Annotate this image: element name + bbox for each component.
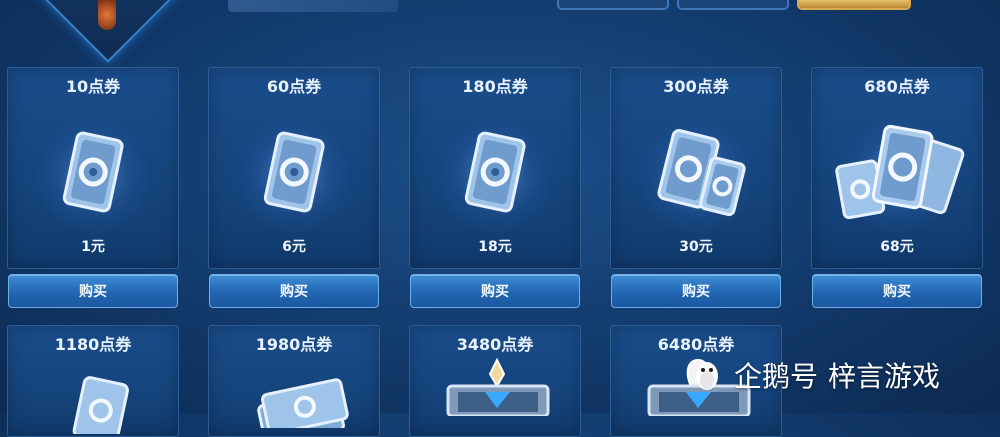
buy-button[interactable]: 购买 (8, 274, 178, 308)
product-price: 68元 (880, 239, 914, 255)
buy-button-label: 购买 (883, 284, 911, 300)
product-card[interactable]: 1980点券 (208, 325, 380, 437)
watermark-brand: 企鹅号 (734, 360, 819, 393)
buy-button-label: 购买 (280, 284, 308, 300)
product-title: 680点券 (864, 77, 930, 96)
product-card[interactable]: 180点券 18元 (409, 67, 581, 269)
buy-button-label: 购买 (682, 284, 710, 300)
product-title: 3480点券 (456, 335, 534, 354)
product-price: 6元 (282, 239, 306, 255)
watermark: 企鹅号 梓言游戏 (690, 355, 940, 395)
product-title: 180点券 (462, 77, 528, 96)
rank-crest-icon (98, 0, 116, 30)
top-tab-1[interactable] (557, 0, 669, 10)
product-price: 30元 (679, 239, 713, 255)
product-card[interactable]: 1180点券 (7, 325, 179, 437)
watermark-account: 梓言游戏 (828, 360, 941, 393)
top-bar (0, 0, 1000, 63)
top-tab-gold[interactable] (797, 0, 911, 10)
single-voucher-icon (62, 131, 124, 213)
product-title: 6480点券 (657, 335, 735, 354)
product-card[interactable]: 3480点券 (409, 325, 581, 437)
product-title: 10点券 (65, 77, 121, 96)
product-title: 300点券 (663, 77, 729, 96)
voucher-stack-icon (257, 378, 349, 428)
buy-button-label: 购买 (79, 284, 107, 300)
voucher-fan-icon (835, 124, 965, 220)
buy-button-label: 购买 (481, 284, 509, 300)
single-voucher-icon (464, 131, 526, 213)
product-title: 1180点券 (54, 335, 132, 354)
product-card[interactable]: 60点券 6元 (208, 67, 380, 269)
buy-button[interactable]: 购买 (812, 274, 982, 308)
top-tab-2[interactable] (677, 0, 789, 10)
buy-button[interactable]: 购买 (410, 274, 580, 308)
penguin-logo-icon (696, 362, 718, 390)
product-title: 1980点券 (255, 335, 333, 354)
double-voucher-icon (657, 129, 746, 217)
single-voucher-icon (263, 131, 325, 213)
product-card[interactable]: 10点券 1元 (7, 67, 179, 269)
product-title: 60点券 (266, 77, 322, 96)
voucher-fan-icon (72, 376, 129, 434)
top-title-bar (228, 0, 398, 12)
treasure-chest-icon (446, 357, 550, 416)
product-price: 1元 (81, 239, 105, 255)
buy-button[interactable]: 购买 (209, 274, 379, 308)
product-card[interactable]: 300点券 30元 (610, 67, 782, 269)
product-card[interactable]: 680点券 68元 (811, 67, 983, 269)
product-price: 18元 (478, 239, 512, 255)
buy-button[interactable]: 购买 (611, 274, 781, 308)
